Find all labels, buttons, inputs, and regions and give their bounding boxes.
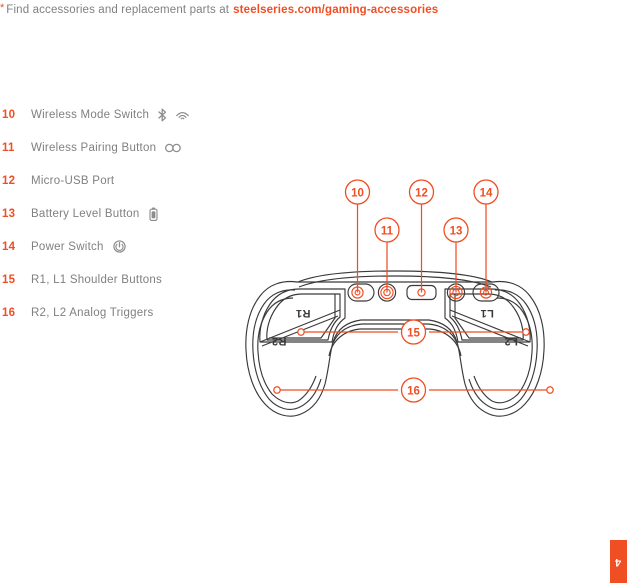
page-number-tab: 4 <box>610 540 627 583</box>
controller-diagram: R1 R2 L1 L2 10 11 12 13 14 15 16 <box>235 170 615 460</box>
legend-number: 13 <box>2 207 16 220</box>
label-r1: R1 <box>296 307 311 319</box>
callout-16[interactable]: 16 <box>400 377 427 403</box>
callout-13[interactable]: 13 <box>443 217 469 243</box>
battery-icon <box>149 207 158 221</box>
legend-label: Wireless Mode Switch <box>31 108 150 121</box>
legend-number: 10 <box>2 108 16 121</box>
legend-item-10: 10 Wireless Mode Switch <box>0 98 240 131</box>
anchor-16-left <box>273 386 281 394</box>
callout-13-label: 13 <box>450 225 463 237</box>
legend-label: R2, L2 Analog Triggers <box>31 306 154 319</box>
callout-15[interactable]: 15 <box>400 319 427 345</box>
legend-item-12: 12 Micro-USB Port <box>0 164 240 197</box>
callout-16-label: 16 <box>407 385 420 397</box>
wireless-mode-switch[interactable] <box>347 283 375 302</box>
callout-14[interactable]: 14 <box>473 179 499 205</box>
accessories-link[interactable]: steelseries.com/gaming-accessories <box>233 4 438 16</box>
legend-number: 16 <box>2 306 16 319</box>
callout-11[interactable]: 11 <box>374 217 400 243</box>
label-l1: L1 <box>480 307 494 319</box>
legend-item-16: 16 R2, L2 Analog Triggers <box>0 296 240 329</box>
callout-12[interactable]: 12 <box>408 179 435 205</box>
legend-item-15: 15 R1, L1 Shoulder Buttons <box>0 263 240 296</box>
legend-item-14: 14 Power Switch <box>0 230 240 263</box>
anchor-15-right <box>522 328 530 336</box>
label-r2: R2 <box>272 335 287 347</box>
legend-item-11: 11 Wireless Pairing Button <box>0 131 240 164</box>
legend-number: 15 <box>2 273 16 286</box>
anchor-15-left <box>297 328 305 336</box>
legend-number: 12 <box>2 174 16 187</box>
callout-10[interactable]: 10 <box>344 179 371 205</box>
legend-icon-group <box>165 143 182 153</box>
legend-item-13: 13 Battery Level Button <box>0 197 240 230</box>
legend-label: R1, L1 Shoulder Buttons <box>31 273 163 286</box>
legend-icon-group <box>112 240 126 253</box>
legend-icon-group <box>158 108 189 122</box>
legend-label: Wireless Pairing Button <box>31 141 157 154</box>
parts-legend-list: 10 Wireless Mode Switch 11 Wireless Pair… <box>0 98 240 329</box>
legend-number: 11 <box>2 141 15 154</box>
label-l2: L2 <box>504 335 518 347</box>
footnote-text: Find accessories and replacement parts a… <box>6 4 230 16</box>
top-edge-controls <box>347 283 500 302</box>
controller-rear-view-svg: R1 R2 L1 L2 10 11 12 13 14 15 16 <box>245 179 554 417</box>
callout-11-label: 11 <box>381 225 394 237</box>
callout-15-label: 15 <box>407 327 420 339</box>
legend-number: 14 <box>2 240 16 253</box>
page-number: 4 <box>615 556 622 568</box>
link-icon <box>165 143 182 153</box>
bluetooth-icon <box>158 108 167 122</box>
legend-label: Power Switch <box>31 240 104 253</box>
callout-leader-lines <box>277 204 550 391</box>
callout-12-label: 12 <box>415 187 428 199</box>
accessories-footnote: * Find accessories and replacement parts… <box>0 0 620 20</box>
anchor-16-right <box>546 386 554 394</box>
wireless-icon <box>176 109 189 120</box>
callout-10-label: 10 <box>351 187 364 199</box>
footnote-asterisk: * <box>0 1 5 14</box>
legend-label: Battery Level Button <box>31 207 140 220</box>
power-icon <box>112 240 126 253</box>
legend-label: Micro-USB Port <box>31 174 115 187</box>
callout-14-label: 14 <box>480 187 493 199</box>
legend-icon-group <box>149 207 158 221</box>
